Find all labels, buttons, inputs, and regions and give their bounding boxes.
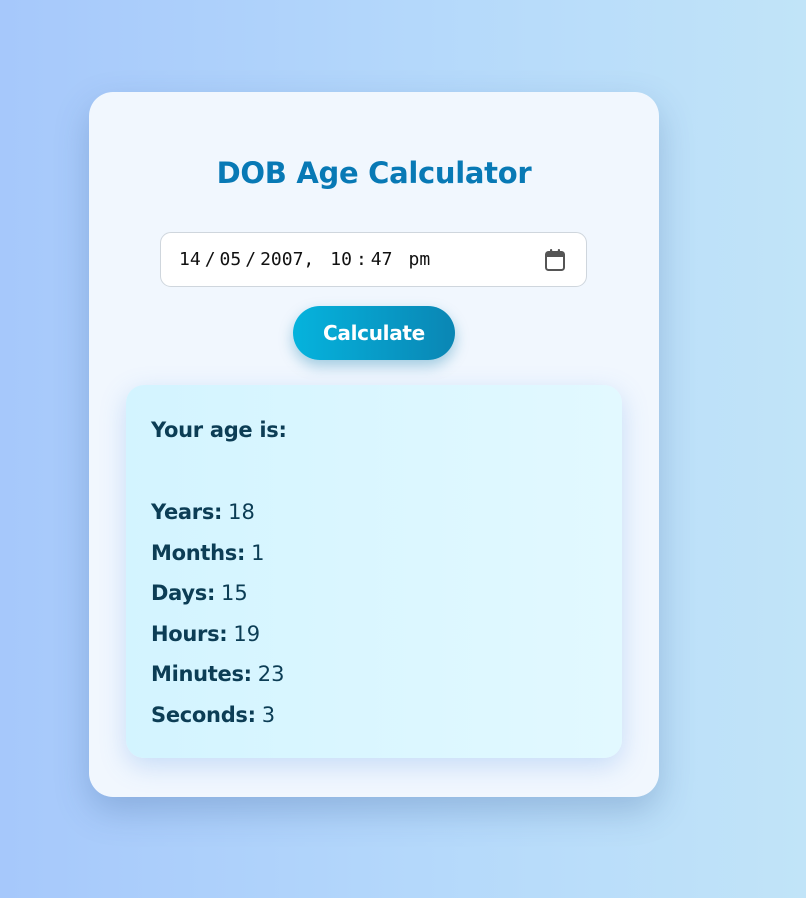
- dob-day-segment[interactable]: 14: [179, 249, 201, 270]
- time-separator: :: [355, 249, 367, 270]
- dob-year-segment[interactable]: 2007: [260, 249, 303, 270]
- page-title: DOB Age Calculator: [216, 156, 532, 190]
- seconds-label: Seconds:: [151, 702, 256, 727]
- hours-value: 19: [233, 621, 261, 646]
- dob-minute-segment[interactable]: 47: [371, 249, 393, 270]
- minutes-label: Minutes:: [151, 662, 252, 687]
- hours-row: Hours: 19: [151, 619, 285, 660]
- minutes-value: 23: [257, 662, 285, 687]
- years-label: Years:: [151, 500, 223, 524]
- years-row: Years: 18: [151, 497, 285, 538]
- months-row: Months: 1: [151, 538, 285, 579]
- age-heading: Your age is:: [151, 418, 287, 442]
- datetime-separator: ,: [303, 249, 315, 270]
- days-value: 15: [221, 581, 248, 606]
- dob-month-segment[interactable]: 05: [220, 249, 242, 270]
- dob-ampm-segment[interactable]: pm: [408, 249, 430, 270]
- calculate-button[interactable]: Calculate: [293, 306, 455, 360]
- age-breakdown: Years: 18 Months: 1 Days: 15 Hours: 19 Minut…: [151, 497, 285, 741]
- seconds-value: 3: [261, 702, 276, 727]
- years-value: 18: [228, 500, 255, 524]
- months-value: 1: [251, 540, 265, 565]
- months-label: Months:: [151, 540, 246, 565]
- dob-datetime-input[interactable]: 14 / 05 / 2007 , 10 : 47 pm: [160, 232, 587, 287]
- hours-label: Hours:: [151, 621, 228, 646]
- minutes-row: Minutes: 23: [151, 659, 285, 700]
- calendar-icon[interactable]: [544, 248, 566, 272]
- calculator-card: DOB Age Calculator 14 / 05 / 2007 , 10 :…: [89, 92, 659, 797]
- days-row: Days: 15: [151, 578, 285, 619]
- days-label: Days:: [151, 581, 216, 606]
- result-panel: Your age is: Years: 18 Months: 1 Days: 15 H…: [126, 385, 622, 758]
- seconds-row: Seconds: 3: [151, 700, 285, 741]
- dob-hour-segment[interactable]: 10: [330, 249, 352, 270]
- date-separator: /: [245, 249, 257, 270]
- date-separator: /: [204, 249, 216, 270]
